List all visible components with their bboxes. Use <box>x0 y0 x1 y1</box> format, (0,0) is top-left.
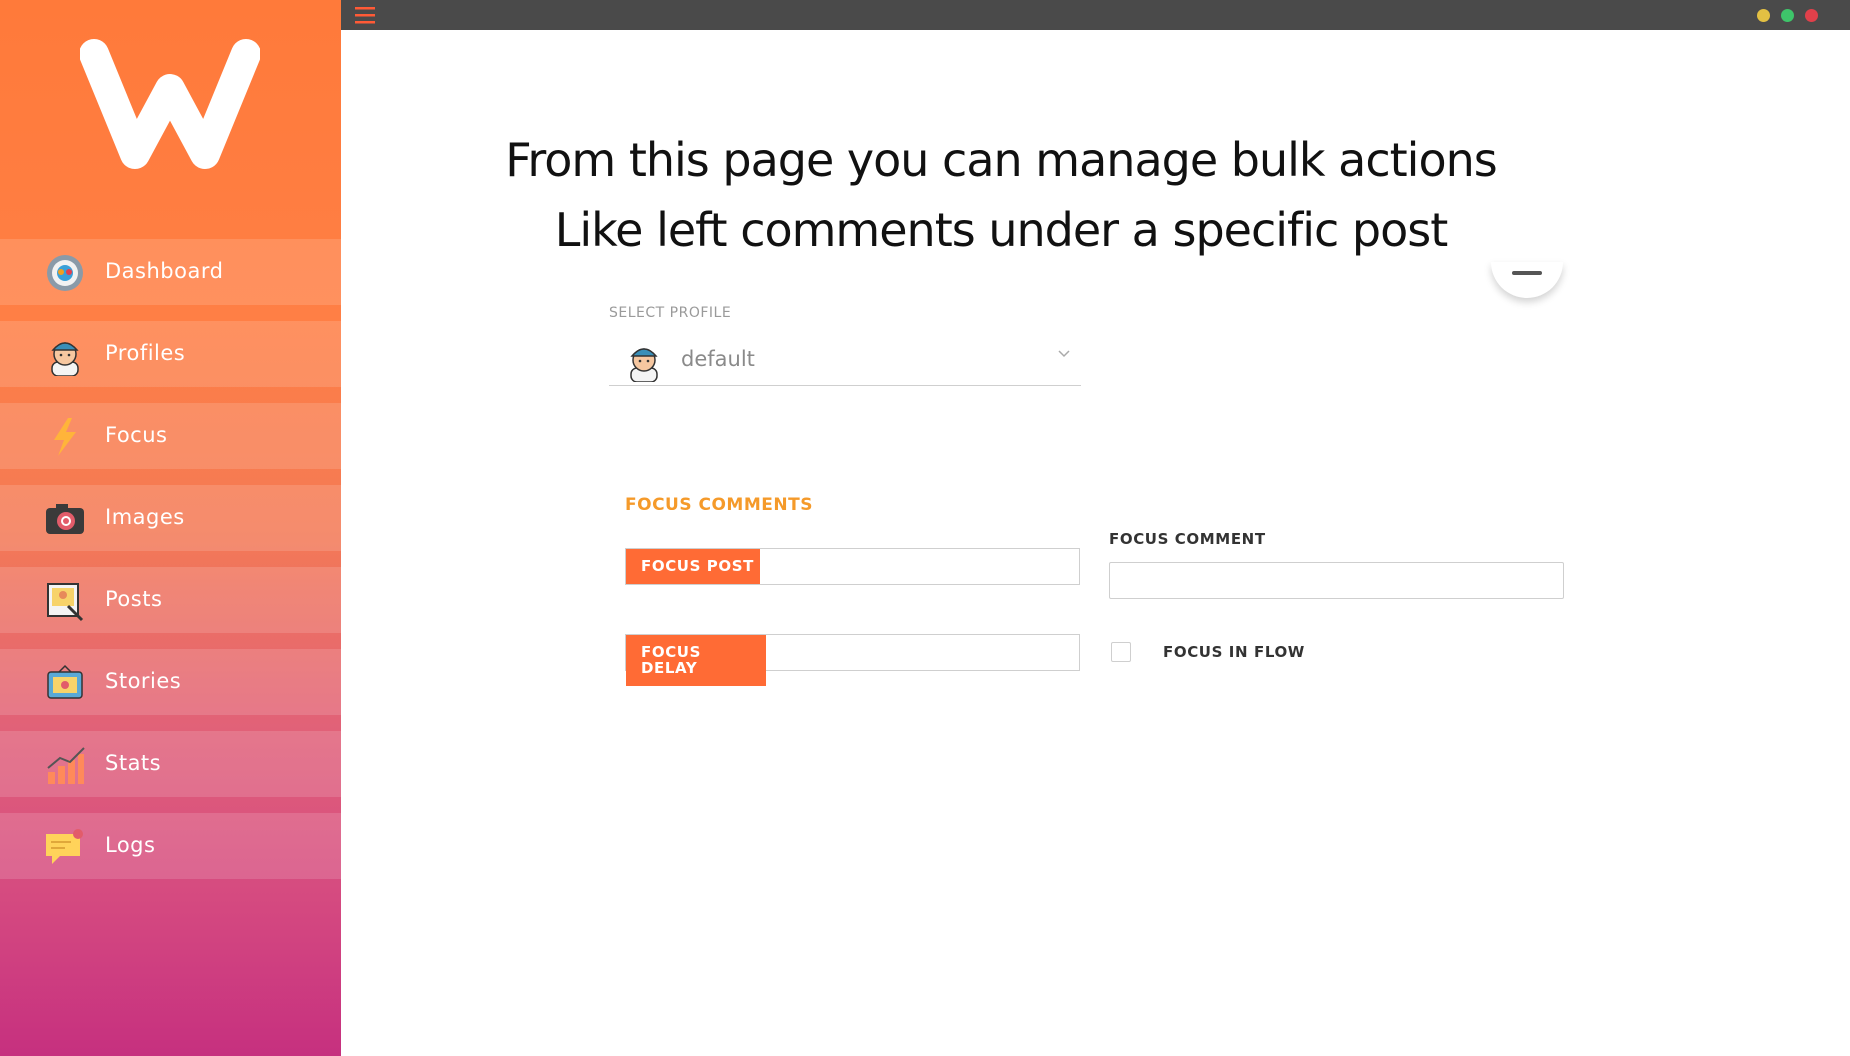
profile-select[interactable]: default <box>609 333 1081 386</box>
section-title: FOCUS COMMENTS <box>625 495 813 515</box>
focus-delay-tag-line-1: FOCUS <box>641 643 701 661</box>
bar-chart-icon <box>47 747 85 784</box>
sidebar-item-label: Images <box>105 505 185 529</box>
sidebar-item-images[interactable]: Images <box>0 485 341 551</box>
hamburger-menu-icon[interactable] <box>355 5 377 25</box>
stories-icon <box>47 664 83 699</box>
camera-icon <box>46 504 84 534</box>
sidebar-item-profiles[interactable]: Profiles <box>0 321 341 387</box>
focus-in-flow-label: FOCUS IN FLOW <box>1163 643 1305 661</box>
sidebar-item-label: Posts <box>105 587 163 611</box>
sidebar-item-dashboard[interactable]: Dashboard <box>0 239 341 305</box>
minus-icon <box>1512 271 1542 275</box>
focus-comment-label: FOCUS COMMENT <box>1109 530 1266 548</box>
focus-comment-input[interactable] <box>1109 562 1564 599</box>
sidebar-item-label: Stats <box>105 751 162 775</box>
sidebar-item-posts[interactable]: Posts <box>0 567 341 633</box>
sidebar-item-stories[interactable]: Stories <box>0 649 341 715</box>
sidebar-item-logs[interactable]: Logs <box>0 813 341 879</box>
title-bar <box>341 0 1850 30</box>
close-dot[interactable] <box>1805 9 1818 22</box>
avatar-icon <box>51 342 79 376</box>
sidebar-item-label: Logs <box>105 833 156 857</box>
main-content: From this page you can manage bulk actio… <box>341 30 1850 1056</box>
sidebar-item-stats[interactable]: Stats <box>0 731 341 797</box>
sidebar-item-focus[interactable]: Focus <box>0 403 341 469</box>
chevron-down-icon <box>1058 350 1070 358</box>
select-value: default <box>681 347 755 371</box>
avatar-icon <box>630 348 658 382</box>
logo <box>0 0 341 239</box>
focus-post-tag: FOCUS POST <box>626 549 760 584</box>
sidebar: Dashboard Profiles Focus Images Posts St… <box>0 0 341 1056</box>
headline-line-1: From this page you can manage bulk actio… <box>505 133 1497 187</box>
chat-bubble-icon <box>46 829 83 864</box>
collapse-button[interactable] <box>1491 262 1563 298</box>
minimize-dot[interactable] <box>1757 9 1770 22</box>
focus-delay-field: FOCUS DELAY <box>625 634 1080 686</box>
sidebar-item-label: Focus <box>105 423 168 447</box>
page-headline: From this page you can manage bulk actio… <box>501 125 1501 265</box>
select-profile-label: SELECT PROFILE <box>609 305 732 321</box>
focus-post-input[interactable] <box>762 549 1079 584</box>
maximize-dot[interactable] <box>1781 9 1794 22</box>
focus-in-flow-checkbox[interactable] <box>1111 642 1131 662</box>
sidebar-item-label: Profiles <box>105 341 186 365</box>
focus-delay-tag: FOCUS DELAY <box>626 635 766 686</box>
w-logo-icon <box>80 39 260 169</box>
headline-line-2: Like left comments under a specific post <box>554 203 1449 257</box>
sidebar-item-label: Dashboard <box>105 259 224 283</box>
focus-delay-tag-line-2: DELAY <box>641 659 698 677</box>
gear-icon <box>47 255 83 291</box>
picture-frame-icon <box>47 583 84 622</box>
lightning-icon <box>54 418 76 456</box>
focus-delay-input[interactable] <box>768 635 1079 670</box>
focus-post-field: FOCUS POST <box>625 548 1080 585</box>
sidebar-item-label: Stories <box>105 669 182 693</box>
